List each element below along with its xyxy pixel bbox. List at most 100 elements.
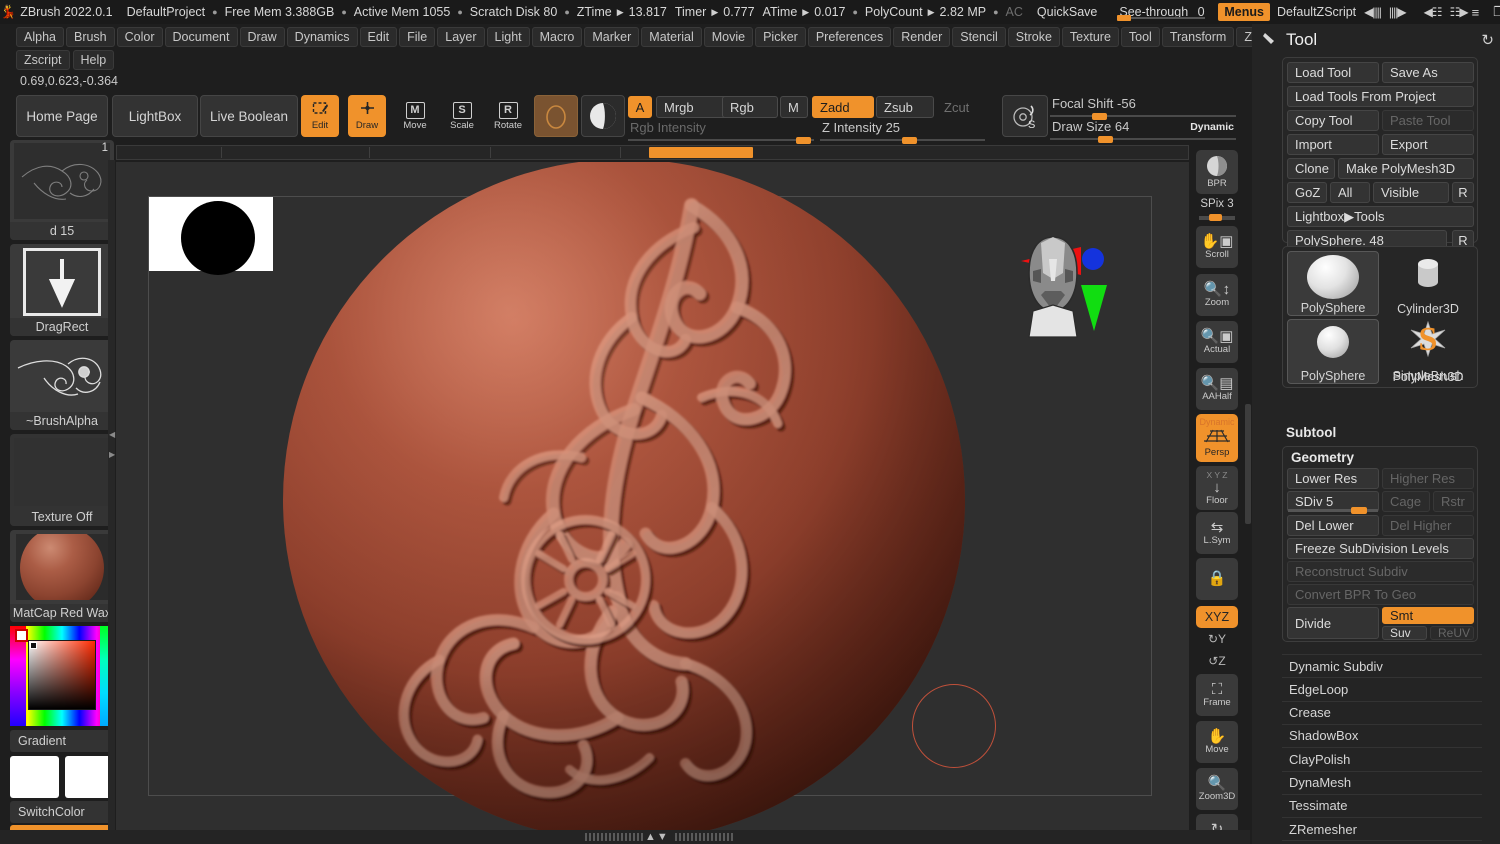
bottom-grip-right[interactable] — [675, 833, 733, 841]
lightbox-button[interactable]: LightBox — [112, 95, 198, 137]
menu-item-draw[interactable]: Draw — [239, 27, 285, 47]
section-tessimate[interactable]: Tessimate — [1282, 793, 1482, 817]
menu-item-tool[interactable]: Tool — [1120, 27, 1160, 47]
sdiv-knob[interactable] — [1351, 507, 1367, 514]
menu-item-light[interactable]: Light — [486, 27, 530, 47]
current-material-button[interactable] — [534, 95, 578, 137]
zoom-button[interactable]: 🔍↕ Zoom — [1196, 274, 1238, 316]
tool-polysphere-small[interactable]: PolySphere — [1287, 319, 1379, 384]
menu-item-edit[interactable]: Edit — [359, 27, 398, 47]
section-shadowbox[interactable]: ShadowBox — [1282, 723, 1482, 747]
frame-button[interactable]: ⛶ Frame — [1196, 674, 1238, 716]
menu-item-stroke[interactable]: Stroke — [1007, 27, 1060, 47]
clone-button[interactable]: Clone — [1287, 158, 1335, 179]
tool-panel-scroll-thumb[interactable] — [1245, 404, 1251, 524]
menu-item-texture[interactable]: Texture — [1061, 27, 1119, 47]
subtool-header[interactable]: Subtool — [1286, 425, 1336, 440]
z-intensity-slider[interactable]: Z Intensity 25 — [820, 120, 985, 144]
refresh-icon[interactable]: ↻ — [1481, 31, 1494, 49]
menu-item-stencil[interactable]: Stencil — [952, 27, 1006, 47]
next-script-icon[interactable]: ||||▶ — [1385, 5, 1410, 19]
matcap-preview-button[interactable] — [581, 95, 625, 137]
goz-button[interactable]: GoZ — [1287, 182, 1327, 203]
menu-item-document[interactable]: Document — [164, 27, 238, 47]
secondary-color-swatch[interactable] — [65, 756, 114, 798]
z-intensity-knob[interactable] — [902, 137, 917, 144]
tray-toggle-icon[interactable]: ▲▼ — [645, 831, 669, 843]
del-lower-button[interactable]: Del Lower — [1287, 515, 1379, 536]
focal-shift-slider[interactable]: Focal Shift -56 — [1050, 96, 1236, 120]
document-canvas[interactable] — [148, 162, 1152, 830]
divide-button[interactable]: Divide — [1287, 607, 1379, 639]
scale-mode-button[interactable]: S Scale — [443, 95, 481, 137]
bpr-button[interactable]: BPR — [1196, 150, 1238, 194]
move-3d-button[interactable]: ✋ Move — [1196, 721, 1238, 763]
left-tray-rail[interactable]: ◀ ▶ — [108, 160, 115, 832]
lower-res-button[interactable]: Lower Res — [1287, 468, 1379, 489]
visible-button[interactable]: Visible — [1373, 182, 1449, 203]
menu-item-preferences[interactable]: Preferences — [807, 27, 892, 47]
brush-preview-button[interactable]: S — [1002, 95, 1048, 137]
color-swatch-pair[interactable] — [10, 756, 114, 798]
tool-polysphere-large[interactable]: PolySphere — [1287, 251, 1379, 316]
lightbox-tools-button[interactable]: Lightbox▶Tools — [1287, 206, 1474, 227]
see-through-knob[interactable] — [1117, 15, 1132, 21]
section-dynamesh[interactable]: DynaMesh — [1282, 770, 1482, 794]
restore-icon[interactable]: ❐ — [1493, 4, 1500, 20]
draw-size-knob[interactable] — [1098, 136, 1113, 143]
live-boolean-button[interactable]: Live Boolean — [200, 95, 298, 137]
next-layout-icon[interactable]: ☷▶ — [1446, 5, 1472, 19]
switch-color-button[interactable]: SwitchColor — [10, 801, 114, 823]
canvas-scroll-thumb[interactable] — [649, 147, 753, 158]
menu-item-brush[interactable]: Brush — [65, 27, 115, 47]
navigation-gizmo-head-icon[interactable] — [1003, 219, 1123, 339]
menu-item-dynamics[interactable]: Dynamics — [286, 27, 358, 47]
menu-item-picker[interactable]: Picker — [755, 27, 806, 47]
z-axis-button[interactable]: ↺Z — [1196, 654, 1238, 668]
save-as-button[interactable]: Save As — [1382, 62, 1474, 83]
section-claypolish[interactable]: ClayPolish — [1282, 747, 1482, 770]
rotate-mode-button[interactable]: R Rotate — [489, 95, 527, 137]
persp-button[interactable]: Dynamic Persp — [1196, 414, 1238, 462]
bottom-grip-left[interactable] — [585, 833, 643, 841]
import-button[interactable]: Import — [1287, 134, 1379, 155]
ornament-sphere-model[interactable] — [283, 162, 965, 830]
rgb-button[interactable]: Rgb — [722, 96, 778, 118]
canvas-top-scrollbar[interactable] — [116, 145, 1189, 160]
menu-item-zscript[interactable]: Zscript — [16, 49, 70, 70]
prev-layout-icon[interactable]: ◀☷ — [1410, 5, 1446, 19]
alpha-mode-button[interactable]: A — [628, 96, 652, 118]
zadd-button[interactable]: Zadd — [812, 96, 874, 118]
menu-item-alpha[interactable]: Alpha — [16, 27, 64, 47]
freeze-subdivision-levels-button[interactable]: Freeze SubDivision Levels — [1287, 538, 1474, 559]
zsub-button[interactable]: Zsub — [876, 96, 934, 118]
make-polymesh3d-button[interactable]: Make PolyMesh3D — [1338, 158, 1474, 179]
smt-button[interactable]: Smt — [1382, 607, 1474, 624]
aahalf-button[interactable]: 🔍▤ AAHalf — [1196, 368, 1238, 410]
quicksave-button[interactable]: QuickSave — [1027, 5, 1107, 19]
section-zremesher[interactable]: ZRemesher — [1282, 817, 1482, 840]
menu-item-material[interactable]: Material — [641, 27, 702, 47]
zcut-button[interactable]: Zcut — [936, 96, 982, 118]
m-button[interactable]: M — [780, 96, 808, 118]
rgb-intensity-slider[interactable]: Rgb Intensity — [628, 120, 814, 144]
mrgb-button[interactable]: Mrgb — [656, 96, 728, 118]
rail-collapse-left-icon[interactable]: ◀ — [109, 430, 115, 439]
sdiv-slider[interactable]: SDiv 5 — [1287, 491, 1379, 514]
prev-script-icon[interactable]: ◀|||| — [1360, 5, 1385, 19]
draw-mode-button[interactable]: Draw — [348, 95, 386, 137]
section-crease[interactable]: Crease — [1282, 700, 1482, 724]
load-tools-from-project-button[interactable]: Load Tools From Project — [1287, 86, 1474, 107]
stroke-slot[interactable]: DragRect — [10, 244, 114, 336]
home-page-button[interactable]: Home Page — [16, 95, 108, 137]
rail-expand-right-icon[interactable]: ▶ — [109, 450, 115, 459]
menu-item-help[interactable]: Help — [72, 49, 115, 70]
primary-color-swatch[interactable] — [10, 756, 59, 798]
transp-button[interactable]: 🔒 — [1196, 558, 1238, 600]
zoom3d-button[interactable]: 🔍 Zoom3D — [1196, 768, 1238, 810]
menu-item-macro[interactable]: Macro — [531, 27, 583, 47]
visible-r-button[interactable]: R — [1452, 182, 1474, 203]
tool-cylinder3d[interactable]: Cylinder3D — [1382, 251, 1474, 316]
suv-button[interactable]: Suv — [1382, 626, 1427, 640]
spix-slider[interactable] — [1199, 214, 1235, 221]
